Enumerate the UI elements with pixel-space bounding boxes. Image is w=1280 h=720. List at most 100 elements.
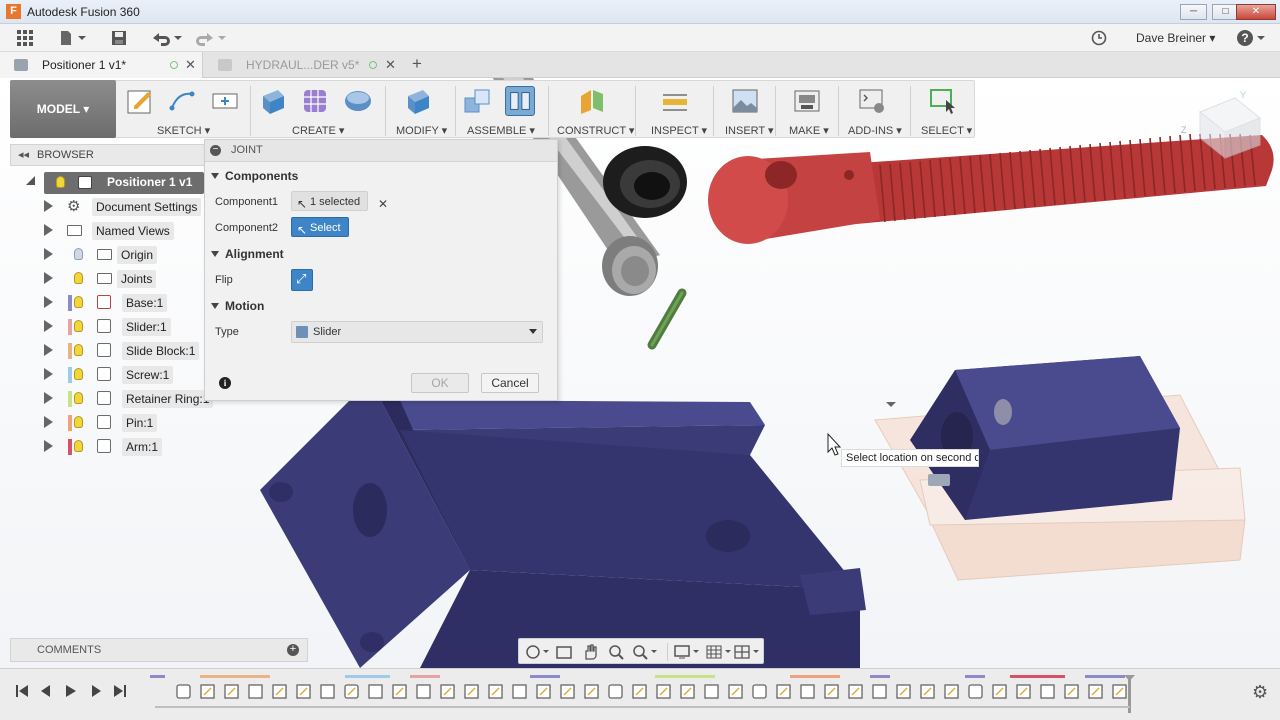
components-section-header[interactable]: Components [211, 169, 298, 183]
assemble-menu[interactable]: ASSEMBLE ▾ [467, 124, 535, 137]
timeline-settings-gear-icon[interactable]: ⚙ [1252, 682, 1268, 703]
collapse-dialog-icon[interactable]: − [210, 145, 221, 156]
timeline-scrubber[interactable] [155, 706, 1130, 708]
pin-part[interactable] [647, 288, 687, 350]
help-icon[interactable]: ? [1236, 29, 1266, 47]
extrude-icon[interactable] [258, 86, 288, 116]
zoom-icon[interactable] [607, 643, 625, 661]
section-toggle-icon[interactable] [211, 251, 219, 257]
timeline-marker-handle[interactable] [1124, 675, 1135, 681]
visibility-bulb-icon[interactable] [74, 392, 83, 404]
visibility-bulb-icon[interactable] [74, 320, 83, 332]
select-icon[interactable] [928, 86, 958, 116]
grid-snaps-icon[interactable] [705, 643, 735, 661]
tree-item-arm[interactable]: Arm:1 [10, 436, 205, 458]
timeline-item[interactable] [968, 684, 983, 699]
tree-item-named-views[interactable]: Named Views [10, 220, 205, 242]
tree-item-retainer-ring[interactable]: Retainer Ring:1 [10, 388, 214, 410]
add-comment-icon[interactable]: + [287, 644, 299, 656]
expand-arrow-icon[interactable] [44, 296, 53, 308]
component2-selector[interactable]: ↖ Select [291, 217, 349, 237]
visibility-bulb-icon[interactable] [74, 416, 83, 428]
save-icon[interactable] [110, 30, 128, 46]
section-toggle-icon[interactable] [211, 303, 219, 309]
orbit-icon[interactable] [525, 643, 551, 661]
section-toggle-icon[interactable] [211, 173, 219, 179]
timeline-item[interactable] [608, 684, 623, 699]
visibility-bulb-icon[interactable] [74, 440, 83, 452]
insert-menu[interactable]: INSERT ▾ [725, 124, 774, 137]
screw-part[interactable] [708, 133, 1274, 244]
tree-item-pin[interactable]: Pin:1 [10, 412, 205, 434]
workspace-switcher[interactable]: MODEL ▾ [10, 80, 116, 138]
close-tab-button[interactable]: ✕ [385, 52, 396, 78]
alignment-section-header[interactable]: Alignment [211, 247, 284, 261]
expand-arrow-icon[interactable] [44, 224, 53, 236]
tab-positioner[interactable]: Positioner 1 v1* ✕ [0, 52, 203, 78]
motion-section-header[interactable]: Motion [211, 299, 264, 313]
tree-item-document-settings[interactable]: ⚙ Document Settings [10, 196, 205, 218]
visibility-bulb-icon[interactable] [74, 368, 83, 380]
3d-print-icon[interactable] [792, 86, 822, 116]
retainer-ring[interactable] [603, 146, 687, 218]
press-pull-icon[interactable] [403, 86, 433, 116]
flip-button[interactable] [291, 269, 313, 291]
component1-selector[interactable]: ↖ 1 selected [291, 191, 369, 211]
offset-plane-icon[interactable] [577, 86, 607, 116]
timeline-item[interactable] [416, 684, 431, 699]
viewports-icon[interactable] [733, 643, 763, 661]
expand-arrow-icon[interactable] [44, 440, 53, 452]
step-back-icon[interactable] [38, 683, 54, 699]
go-to-end-icon[interactable] [112, 683, 128, 699]
tree-root-item[interactable]: Positioner 1 v1 [44, 172, 204, 194]
ok-button[interactable]: OK [411, 373, 469, 393]
scripts-addins-icon[interactable] [857, 86, 887, 116]
close-window-button[interactable]: ✕ [1236, 4, 1276, 20]
file-menu-icon[interactable] [58, 30, 88, 46]
construct-menu[interactable]: CONSTRUCT ▾ [557, 124, 634, 137]
go-to-start-icon[interactable] [14, 683, 30, 699]
joint-icon[interactable] [505, 86, 535, 116]
tree-item-origin[interactable]: Origin [10, 244, 205, 266]
user-account-menu[interactable]: Dave Breiner ▾ [1136, 31, 1215, 45]
new-component-icon[interactable] [462, 86, 492, 116]
look-at-icon[interactable] [555, 643, 573, 661]
expand-arrow-icon[interactable] [44, 272, 53, 284]
redo-icon[interactable] [194, 30, 228, 46]
visibility-bulb-icon[interactable] [74, 272, 83, 284]
expand-arrow-icon[interactable] [44, 416, 53, 428]
grid-menu-icon[interactable] [16, 29, 34, 47]
job-status-icon[interactable] [1090, 30, 1108, 46]
form-icon[interactable] [300, 86, 330, 116]
tab-hydraulic[interactable]: HYDRAUL...DER v5* ✕ [204, 52, 404, 78]
expand-arrow-icon[interactable] [44, 392, 53, 404]
expand-arrow-icon[interactable] [44, 368, 53, 380]
visibility-bulb-icon[interactable] [56, 176, 65, 188]
sketch-menu[interactable]: SKETCH ▾ [157, 124, 210, 137]
step-forward-icon[interactable] [88, 683, 104, 699]
new-tab-button[interactable]: + [412, 54, 422, 74]
insert-image-icon[interactable] [730, 86, 760, 116]
joint-dialog-header[interactable]: − JOINT [205, 140, 557, 162]
visibility-bulb-icon[interactable] [74, 344, 83, 356]
fit-window-icon[interactable] [631, 643, 661, 661]
pan-hand-icon[interactable] [581, 643, 599, 661]
expand-root-icon[interactable] [26, 176, 35, 185]
cancel-button[interactable]: Cancel [481, 373, 539, 393]
info-icon[interactable]: i [219, 377, 231, 389]
select-menu[interactable]: SELECT ▾ [921, 124, 972, 137]
tree-item-slide-block[interactable]: Slide Block:1 [10, 340, 205, 362]
tree-item-screw[interactable]: Screw:1 [10, 364, 205, 386]
addins-menu[interactable]: ADD-INS ▾ [848, 124, 902, 137]
comments-panel[interactable]: COMMENTS + [10, 638, 308, 662]
visibility-bulb-icon[interactable] [74, 296, 83, 308]
timeline-item[interactable] [176, 684, 191, 699]
view-option-icon[interactable] [886, 402, 896, 407]
expand-arrow-icon[interactable] [44, 320, 53, 332]
timeline-item[interactable] [248, 684, 263, 699]
maximize-button[interactable]: □ [1212, 4, 1239, 20]
line-tool-icon[interactable] [168, 86, 198, 116]
collapse-browser-icon[interactable]: ◂◂ [18, 148, 29, 161]
timeline-item[interactable] [752, 684, 767, 699]
box-icon[interactable] [343, 86, 373, 116]
